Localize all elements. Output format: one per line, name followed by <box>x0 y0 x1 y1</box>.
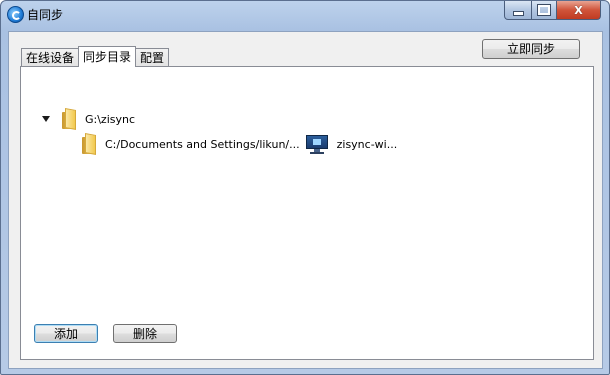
close-icon: X <box>574 3 583 17</box>
delete-button[interactable]: 删除 <box>113 324 177 343</box>
window-controls: X <box>504 1 601 20</box>
sync-now-button[interactable]: 立即同步 <box>482 39 580 59</box>
maximize-icon <box>537 4 551 16</box>
expand-arrow-icon[interactable] <box>42 116 50 122</box>
tree-root-label: G:\zisync <box>85 112 136 126</box>
add-button[interactable]: 添加 <box>34 324 98 343</box>
window-title: 自同步 <box>27 8 64 22</box>
close-button[interactable]: X <box>557 1 601 20</box>
app-window: 自同步 X 在线设备 同步目录 配置 立即同步 G:\zisync C:/Doc… <box>0 0 610 375</box>
zisync-logo-icon <box>7 6 24 23</box>
tab-settings[interactable]: 配置 <box>135 48 170 67</box>
title-bar[interactable]: 自同步 X <box>1 1 609 27</box>
tree-root-row[interactable]: G:\zisync <box>42 108 136 130</box>
minimize-button[interactable] <box>504 1 532 20</box>
tab-online-devices[interactable]: 在线设备 <box>21 48 80 67</box>
folder-icon <box>62 108 77 130</box>
tab-bar: 在线设备 同步目录 配置 <box>21 46 170 67</box>
tree-child-row[interactable]: C:/Documents and Settings/likun/... zisy… <box>82 133 398 155</box>
maximize-button[interactable] <box>532 1 557 20</box>
minimize-icon <box>512 10 524 16</box>
client-area: 在线设备 同步目录 配置 立即同步 G:\zisync C:/Documents… <box>8 31 603 369</box>
tree-child-device: zisync-wi... <box>336 137 398 151</box>
tab-sync-folders[interactable]: 同步目录 <box>78 46 137 67</box>
sync-folder-panel: G:\zisync C:/Documents and Settings/liku… <box>20 66 594 360</box>
folder-icon <box>82 133 97 155</box>
tree-child-path: C:/Documents and Settings/likun/... <box>105 137 300 151</box>
computer-monitor-icon <box>305 134 328 154</box>
